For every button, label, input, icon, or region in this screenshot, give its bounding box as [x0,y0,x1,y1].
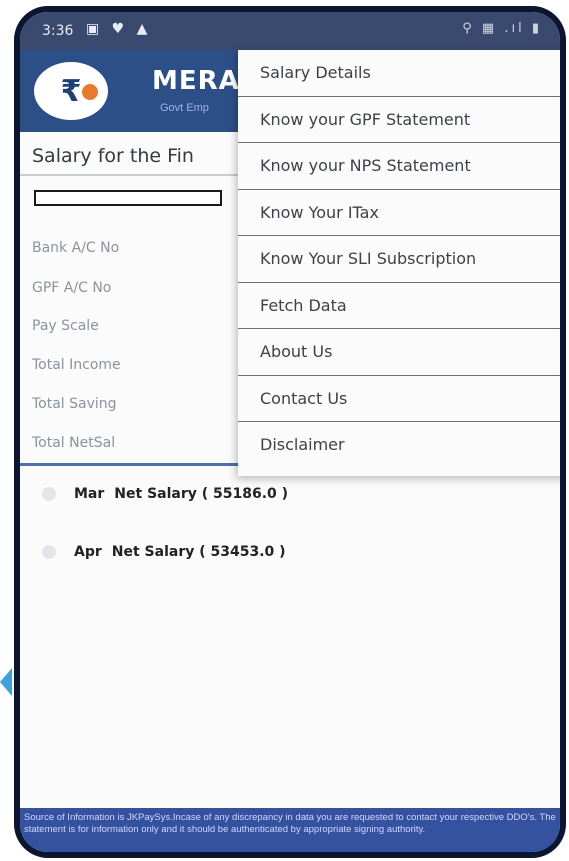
logo-dot [82,84,98,100]
field-total-saving: Total Saving [32,396,117,412]
menu-item-nps-statement[interactable]: Know your NPS Statement [238,143,560,190]
status-time: 3:36 [42,23,74,39]
status-bar: 3:36 ▣ ♥ ▲ ⚲ ▦ .ıl ▮ [20,12,560,50]
radio-icon[interactable] [42,545,56,559]
screen: 3:36 ▣ ♥ ▲ ⚲ ▦ .ıl ▮ ₹ MERA Govt Emp Sal… [20,12,560,852]
menu-item-itax[interactable]: Know Your ITax [238,190,560,236]
month-item-mar[interactable]: Mar Net Salary ( 55186.0 ) [42,486,288,502]
menu-item-gpf-statement[interactable]: Know your GPF Statement [238,97,560,143]
month-label: Mar [74,486,105,502]
signal-battery-icons: ⚲ ▦ .ıl ▮ [462,21,542,36]
footer-disclaimer: Source of Information is JKPaySys.Incase… [20,808,560,852]
menu-item-about-us[interactable]: About Us [238,329,560,376]
menu-item-fetch-data[interactable]: Fetch Data [238,283,560,329]
phone-frame: 3:36 ▣ ♥ ▲ ⚲ ▦ .ıl ▮ ₹ MERA Govt Emp Sal… [14,6,566,858]
month-item-apr[interactable]: Apr Net Salary ( 53453.0 ) [42,544,286,560]
field-total-netsal: Total NetSal [32,435,116,451]
app-title: MERA [152,66,240,96]
menu-item-salary-details[interactable]: Salary Details [238,50,560,97]
radio-icon[interactable] [42,487,56,501]
menu-item-contact-us[interactable]: Contact Us [238,376,560,422]
notification-icons: ▣ ♥ ▲ [86,21,152,37]
rupee-logo-icon: ₹ [34,62,108,120]
field-pay-scale: Pay Scale [32,318,99,334]
field-gpf-ac: GPF A/C No [32,280,112,296]
logo-symbol: ₹ [60,73,82,109]
field-bank-ac: Bank A/C No [32,240,120,256]
field-total-income: Total Income [32,357,121,373]
employee-name-box [34,190,222,206]
menu-item-disclaimer[interactable]: Disclaimer [238,422,560,469]
section-title: Salary for the Fin [32,145,194,167]
menu-item-sli-subscription[interactable]: Know Your SLI Subscription [238,236,560,283]
month-label: Apr [74,544,102,560]
net-salary-text: Net Salary ( 55186.0 ) [114,486,289,502]
net-salary-text: Net Salary ( 53453.0 ) [111,544,286,560]
side-arrow-icon [0,668,12,696]
app-subtitle: Govt Emp [160,102,209,114]
overflow-menu: Salary Details Know your GPF Statement K… [238,50,560,476]
